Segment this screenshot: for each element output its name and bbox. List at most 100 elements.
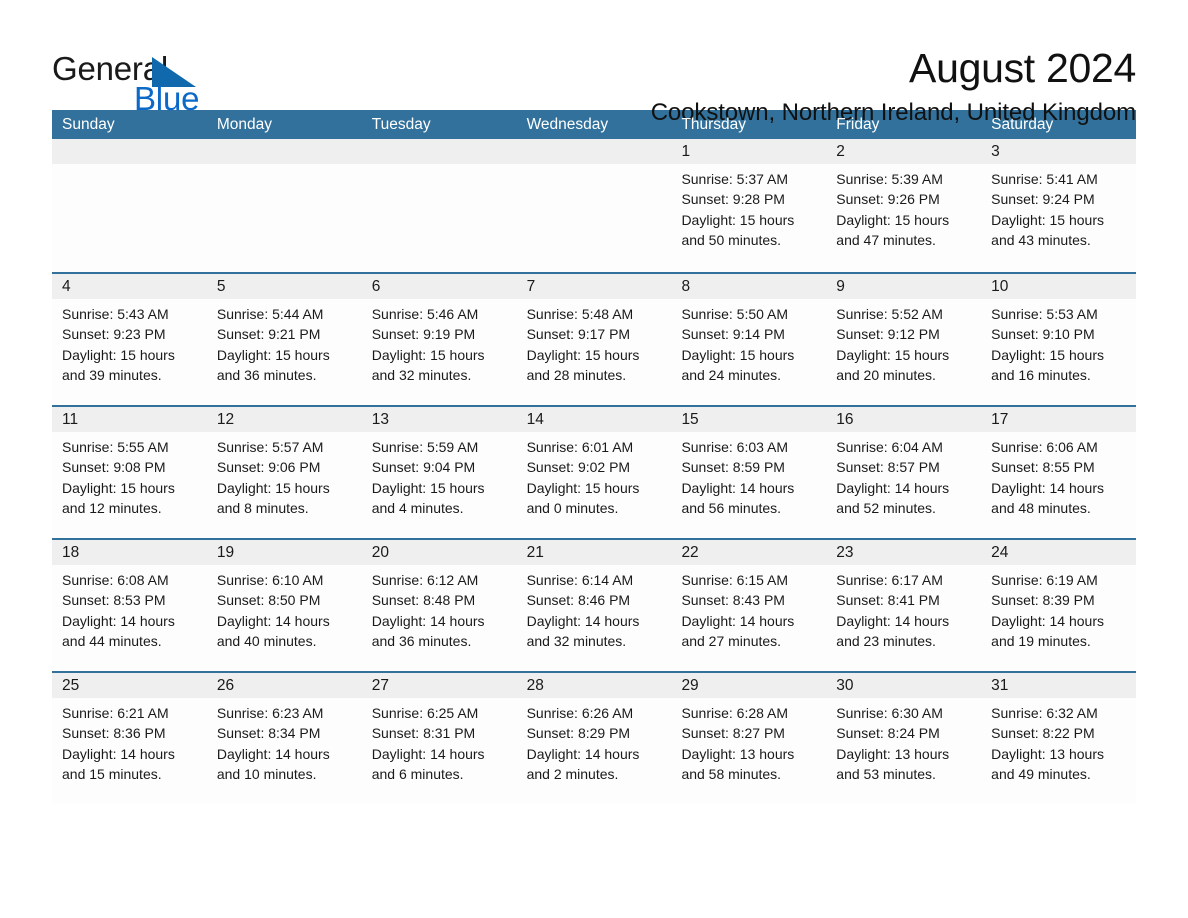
daylight-text: Daylight: 14 hours and 15 minutes. [62, 745, 175, 783]
sunset-text: Sunset: 8:55 PM [991, 459, 1095, 476]
daylight-text: Daylight: 15 hours and 24 minutes. [681, 346, 795, 384]
calendar-page: General Blue August 2024 Cookstown, Nort… [0, 0, 1188, 918]
day-details: Sunrise: 6:23 AM Sunset: 8:34 PM Daylight:… [207, 698, 362, 785]
day-number: 16 [826, 407, 982, 432]
day-number: 14 [516, 407, 672, 432]
day-cell-26[interactable]: 26 Sunrise: 6:23 AM Sunset: 8:34 PM Dayligh… [206, 673, 362, 804]
day-number: 6 [361, 274, 517, 299]
logo-text-blue: Blue [134, 80, 200, 117]
day-number: 10 [981, 274, 1137, 299]
weekday-header-saturday: Saturday [991, 116, 1054, 133]
day-cell-28[interactable]: 28 Sunrise: 6:26 AM Sunset: 8:29 PM Dayligh… [516, 673, 672, 804]
day-details: Sunrise: 6:25 AM Sunset: 8:31 PM Daylight:… [362, 698, 517, 785]
day-details: Sunrise: 5:53 AM Sunset: 9:10 PM Daylight:… [981, 299, 1136, 386]
daylight-text: Daylight: 14 hours and 56 minutes. [681, 479, 795, 517]
day-cell-29[interactable]: 29 Sunrise: 6:28 AM Sunset: 8:27 PM Dayligh… [671, 673, 827, 804]
day-details: Sunrise: 6:04 AM Sunset: 8:57 PM Daylight:… [826, 432, 981, 519]
sunrise-text: Sunrise: 6:32 AM [991, 705, 1098, 721]
calendar-week-row: 11 Sunrise: 5:55 AM Sunset: 9:08 PM Dayligh… [52, 405, 1137, 538]
sunrise-text: Sunrise: 5:59 AM [371, 439, 479, 455]
sunrise-text: Sunrise: 6:17 AM [836, 572, 943, 588]
daylight-text: Daylight: 14 hours and 2 minutes. [526, 745, 640, 783]
day-cell-12[interactable]: 12 Sunrise: 5:57 AM Sunset: 9:06 PM Dayligh… [206, 407, 362, 538]
day-number [361, 139, 517, 164]
daylight-text: Daylight: 15 hours and 43 minutes. [991, 211, 1104, 249]
weekday-header-thursday: Thursday [681, 116, 747, 133]
day-number: 26 [206, 673, 362, 698]
day-cell-19[interactable]: 19 Sunrise: 6:10 AM Sunset: 8:50 PM Dayligh… [206, 540, 362, 671]
day-details: Sunrise: 6:14 AM Sunset: 8:46 PM Daylight:… [517, 565, 672, 652]
day-cell-24[interactable]: 24 Sunrise: 6:19 AM Sunset: 8:39 PM Dayligh… [981, 540, 1137, 671]
day-cell-31[interactable]: 31 Sunrise: 6:32 AM Sunset: 8:22 PM Dayligh… [981, 673, 1137, 804]
daylight-text: Daylight: 14 hours and 36 minutes. [371, 612, 485, 650]
day-cell-8[interactable]: 8 Sunrise: 5:50 AM Sunset: 9:14 PM Daylight… [671, 274, 827, 405]
sunrise-text: Sunrise: 6:06 AM [991, 439, 1098, 455]
day-cell-7[interactable]: 7 Sunrise: 5:48 AM Sunset: 9:17 PM Daylight… [516, 274, 672, 405]
day-cell-13[interactable]: 13 Sunrise: 5:59 AM Sunset: 9:04 PM Dayligh… [361, 407, 517, 538]
daylight-text: Daylight: 14 hours and 48 minutes. [991, 479, 1104, 517]
calendar-week-row: 1 Sunrise: 5:37 AM Sunset: 9:28 PM Daylight… [52, 139, 1137, 272]
day-cell-22[interactable]: 22 Sunrise: 6:15 AM Sunset: 8:43 PM Dayligh… [671, 540, 827, 671]
day-cell-6[interactable]: 6 Sunrise: 5:46 AM Sunset: 9:19 PM Daylight… [361, 274, 517, 405]
sunset-text: Sunset: 9:04 PM [371, 459, 476, 476]
day-details: Sunrise: 5:43 AM Sunset: 9:23 PM Daylight:… [52, 299, 207, 386]
day-cell-4[interactable]: 4 Sunrise: 5:43 AM Sunset: 9:23 PM Daylight… [52, 274, 207, 405]
weekday-header-friday: Friday [836, 116, 880, 133]
day-details: Sunrise: 6:21 AM Sunset: 8:36 PM Daylight:… [52, 698, 207, 785]
daylight-text: Daylight: 15 hours and 32 minutes. [371, 346, 485, 384]
day-number: 29 [671, 673, 827, 698]
day-details: Sunrise: 5:59 AM Sunset: 9:04 PM Daylight:… [362, 432, 517, 519]
general-blue-logo[interactable]: General Blue [52, 44, 242, 118]
day-number: 28 [516, 673, 672, 698]
calendar-body: 1 Sunrise: 5:37 AM Sunset: 9:28 PM Daylight… [52, 139, 1137, 804]
day-details: Sunrise: 5:50 AM Sunset: 9:14 PM Daylight:… [671, 299, 826, 386]
daylight-text: Daylight: 15 hours and 4 minutes. [371, 479, 485, 517]
sunset-text: Sunset: 8:31 PM [371, 725, 476, 742]
day-cell-2[interactable]: 2 Sunrise: 5:39 AM Sunset: 9:26 PM Daylight… [826, 139, 982, 272]
day-number: 31 [981, 673, 1137, 698]
day-cell-10[interactable]: 10 Sunrise: 5:53 AM Sunset: 9:10 PM Dayligh… [981, 274, 1137, 405]
sunset-text: Sunset: 9:06 PM [216, 459, 321, 476]
daylight-text: Daylight: 14 hours and 52 minutes. [836, 479, 950, 517]
day-cell-16[interactable]: 16 Sunrise: 6:04 AM Sunset: 8:57 PM Dayligh… [826, 407, 982, 538]
daylight-text: Daylight: 15 hours and 50 minutes. [681, 211, 795, 249]
sunrise-text: Sunrise: 6:04 AM [836, 439, 943, 455]
daylight-text: Daylight: 15 hours and 47 minutes. [836, 211, 950, 249]
daylight-text: Daylight: 15 hours and 8 minutes. [216, 479, 330, 517]
day-cell-25[interactable]: 25 Sunrise: 6:21 AM Sunset: 8:36 PM Dayligh… [52, 673, 207, 804]
day-cell-11[interactable]: 11 Sunrise: 5:55 AM Sunset: 9:08 PM Dayligh… [52, 407, 207, 538]
sunset-text: Sunset: 8:34 PM [216, 725, 321, 742]
sunset-text: Sunset: 9:21 PM [216, 326, 321, 343]
sunrise-text: Sunrise: 6:19 AM [991, 572, 1098, 588]
day-number: 17 [981, 407, 1137, 432]
sunset-text: Sunset: 8:24 PM [836, 725, 940, 742]
daylight-text: Daylight: 14 hours and 32 minutes. [526, 612, 640, 650]
day-cell-empty [52, 139, 207, 272]
day-cell-9[interactable]: 9 Sunrise: 5:52 AM Sunset: 9:12 PM Daylight… [826, 274, 982, 405]
day-number: 20 [361, 540, 517, 565]
day-cell-18[interactable]: 18 Sunrise: 6:08 AM Sunset: 8:53 PM Dayligh… [52, 540, 207, 671]
day-number: 15 [671, 407, 827, 432]
day-cell-23[interactable]: 23 Sunrise: 6:17 AM Sunset: 8:41 PM Dayligh… [826, 540, 982, 671]
day-cell-15[interactable]: 15 Sunrise: 6:03 AM Sunset: 8:59 PM Dayligh… [671, 407, 827, 538]
day-cell-5[interactable]: 5 Sunrise: 5:44 AM Sunset: 9:21 PM Daylight… [206, 274, 362, 405]
day-number: 18 [52, 540, 207, 565]
day-details: Sunrise: 5:55 AM Sunset: 9:08 PM Daylight:… [52, 432, 207, 519]
day-cell-1[interactable]: 1 Sunrise: 5:37 AM Sunset: 9:28 PM Daylight… [671, 139, 827, 272]
day-cell-27[interactable]: 27 Sunrise: 6:25 AM Sunset: 8:31 PM Dayligh… [361, 673, 517, 804]
sunset-text: Sunset: 8:39 PM [991, 592, 1095, 609]
day-details: Sunrise: 6:26 AM Sunset: 8:29 PM Daylight:… [517, 698, 672, 785]
day-cell-21[interactable]: 21 Sunrise: 6:14 AM Sunset: 8:46 PM Dayligh… [516, 540, 672, 671]
sunset-text: Sunset: 9:12 PM [836, 326, 940, 343]
day-number: 23 [826, 540, 982, 565]
daylight-text: Daylight: 14 hours and 44 minutes. [62, 612, 175, 650]
sunset-text: Sunset: 9:08 PM [62, 459, 166, 476]
day-details: Sunrise: 5:46 AM Sunset: 9:19 PM Daylight:… [362, 299, 517, 386]
day-cell-14[interactable]: 14 Sunrise: 6:01 AM Sunset: 9:02 PM Dayligh… [516, 407, 672, 538]
day-cell-30[interactable]: 30 Sunrise: 6:30 AM Sunset: 8:24 PM Dayligh… [826, 673, 982, 804]
day-cell-20[interactable]: 20 Sunrise: 6:12 AM Sunset: 8:48 PM Dayligh… [361, 540, 517, 671]
sunset-text: Sunset: 8:43 PM [681, 592, 785, 609]
day-cell-17[interactable]: 17 Sunrise: 6:06 AM Sunset: 8:55 PM Dayligh… [981, 407, 1137, 538]
sunset-text: Sunset: 9:17 PM [526, 326, 631, 343]
day-cell-3[interactable]: 3 Sunrise: 5:41 AM Sunset: 9:24 PM Daylight… [981, 139, 1137, 272]
